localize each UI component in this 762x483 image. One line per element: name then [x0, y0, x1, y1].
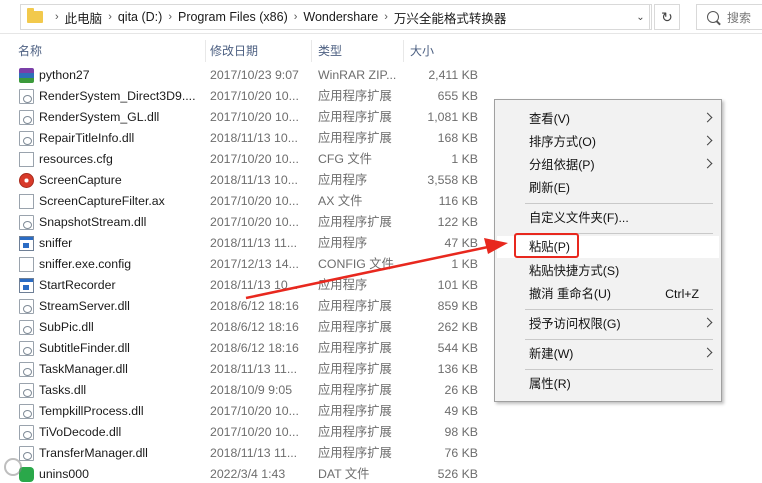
arrow-shaft — [246, 247, 488, 298]
watermark-seal — [4, 458, 22, 476]
arrow-head — [484, 238, 508, 254]
watermark — [2, 455, 112, 481]
annotation-arrow — [0, 0, 762, 483]
